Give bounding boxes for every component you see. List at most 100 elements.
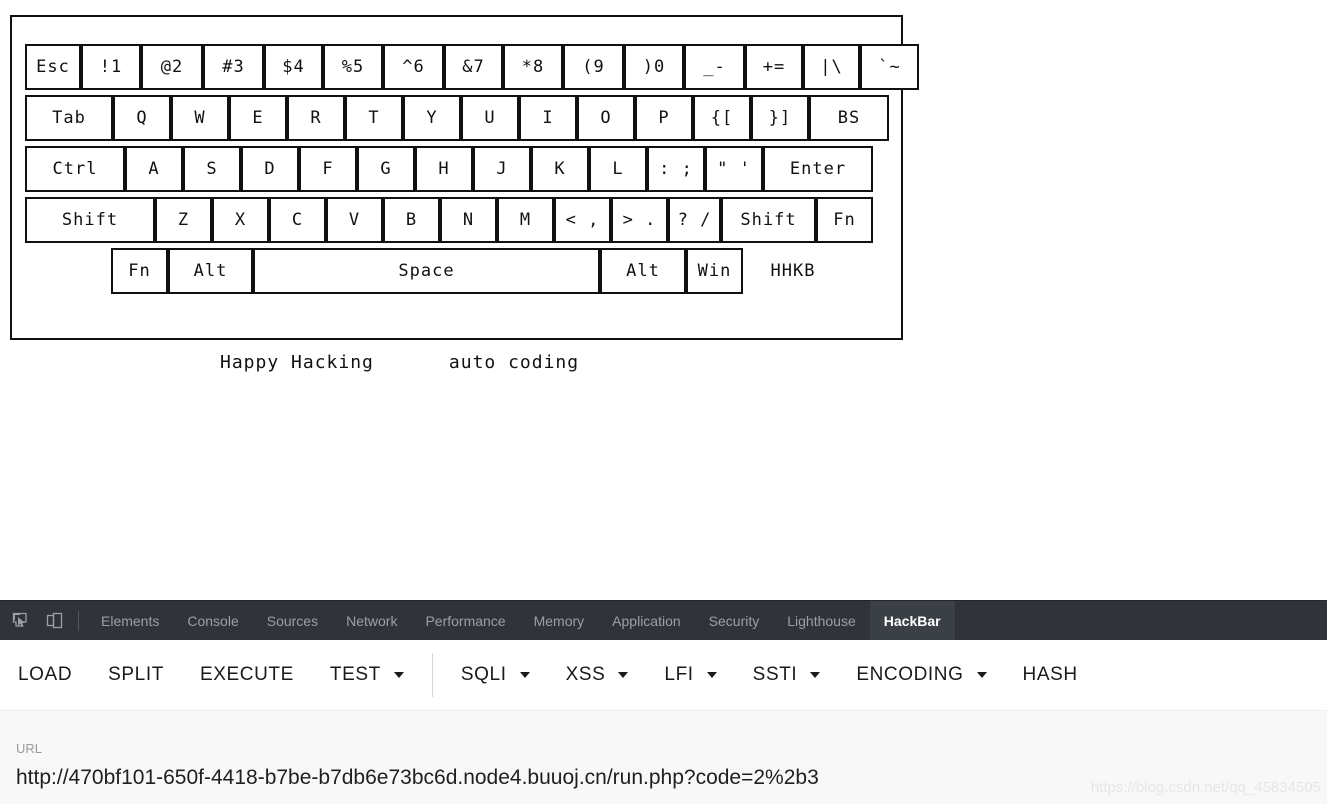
key[interactable]: ? / <box>668 197 721 243</box>
key[interactable]: T <box>345 95 403 141</box>
key[interactable]: : ; <box>647 146 705 192</box>
key[interactable]: S <box>183 146 241 192</box>
keyboard-outline: Esc !1 @2 #3 $4 %5 ^6 &7 *8 (9)0 _- += |\ `~ Tab Q W E R T Y… <box>10 15 919 340</box>
devtools-tab-performance[interactable]: Performance <box>411 601 519 641</box>
chevron-down-icon <box>519 672 530 678</box>
hackbar-button-label: TEST <box>329 664 381 685</box>
key[interactable]: Alt <box>168 248 253 294</box>
key[interactable]: Z <box>155 197 212 243</box>
key[interactable]: Space <box>253 248 600 294</box>
devtools-tab-lighthouse[interactable]: Lighthouse <box>773 601 870 641</box>
key[interactable]: }] <box>751 95 809 141</box>
chevron-down-icon <box>706 672 717 678</box>
key[interactable]: += <box>745 44 803 90</box>
caption-happy-hacking: Happy Hacking <box>220 352 374 373</box>
key[interactable]: W <box>171 95 229 141</box>
devtools-tab-network[interactable]: Network <box>332 601 411 641</box>
key[interactable]: |\ <box>803 44 860 90</box>
key[interactable]: M <box>497 197 554 243</box>
key[interactable]: )0 <box>624 44 684 90</box>
key[interactable]: %5 <box>323 44 383 90</box>
hackbar-button-xss[interactable]: XSS <box>548 640 647 710</box>
hackbar-button-hash[interactable]: HASH <box>1005 640 1096 710</box>
key[interactable]: O <box>577 95 635 141</box>
key[interactable]: Fn <box>816 197 873 243</box>
key[interactable]: {[ <box>693 95 751 141</box>
key[interactable]: #3 <box>203 44 264 90</box>
devtools-tab-application[interactable]: Application <box>598 601 695 641</box>
keyboard-row-top-letter-row: Tab Q W E R T Y U I O P{[}] BS <box>25 95 919 141</box>
key[interactable]: Shift <box>721 197 816 243</box>
key[interactable]: H <box>415 146 473 192</box>
devtools-tab-hackbar[interactable]: HackBar <box>869 600 955 641</box>
key[interactable]: $4 <box>264 44 323 90</box>
key[interactable]: " ' <box>705 146 763 192</box>
key[interactable]: Win <box>686 248 743 294</box>
key[interactable]: Fn <box>111 248 168 294</box>
key[interactable]: Enter <box>763 146 873 192</box>
key[interactable]: K <box>531 146 589 192</box>
hackbar-button-split[interactable]: SPLIT <box>90 640 182 710</box>
key[interactable]: R <box>287 95 345 141</box>
devtools-tab-console[interactable]: Console <box>173 601 252 641</box>
hackbar-url-panel[interactable]: URL http://470bf101-650f-4418-b7be-b7db6… <box>0 710 1327 804</box>
watermark-text: https://blog.csdn.net/qq_45834505 <box>1090 779 1321 796</box>
devtools-tab-memory[interactable]: Memory <box>520 601 599 641</box>
hackbar-button-label: XSS <box>565 664 606 685</box>
key[interactable]: N <box>440 197 497 243</box>
key[interactable]: @2 <box>141 44 203 90</box>
key[interactable]: E <box>229 95 287 141</box>
key[interactable]: V <box>326 197 383 243</box>
key[interactable]: !1 <box>81 44 141 90</box>
hackbar-button-encoding[interactable]: ENCODING <box>838 640 1004 710</box>
key[interactable]: Esc <box>25 44 81 90</box>
key[interactable]: D <box>241 146 299 192</box>
inspect-element-icon[interactable] <box>6 607 34 635</box>
page-content: Esc !1 @2 #3 $4 %5 ^6 &7 *8 (9)0 _- += |\ `~ Tab Q W E R T Y… <box>0 0 1327 600</box>
devtools-tab-bar: Elements Console Sources Network Performance… <box>0 600 1327 641</box>
hackbar-button-ssti[interactable]: SSTI <box>735 640 839 710</box>
hackbar-toolbar: LOAD SPLIT EXECUTE TEST SQLI XSS LFI SSTI ENCODI… <box>0 640 1327 710</box>
key[interactable]: BS <box>809 95 889 141</box>
chevron-down-icon <box>393 672 404 678</box>
key[interactable]: (9 <box>563 44 624 90</box>
hackbar-button-load[interactable]: LOAD <box>0 640 90 710</box>
hackbar-button-lfi[interactable]: LFI <box>646 640 734 710</box>
key[interactable]: < , <box>554 197 611 243</box>
key[interactable]: Shift <box>25 197 155 243</box>
hackbar-button-execute[interactable]: EXECUTE <box>182 640 312 710</box>
key[interactable]: G <box>357 146 415 192</box>
url-input[interactable]: http://470bf101-650f-4418-b7be-b7db6e73b… <box>16 766 819 790</box>
key[interactable]: Y <box>403 95 461 141</box>
key[interactable]: Q <box>113 95 171 141</box>
hackbar-button-sqli[interactable]: SQLI <box>443 640 548 710</box>
key[interactable]: > . <box>611 197 668 243</box>
key[interactable]: F <box>299 146 357 192</box>
key[interactable]: _- <box>684 44 745 90</box>
key[interactable]: B <box>383 197 440 243</box>
key[interactable]: `~ <box>860 44 919 90</box>
key[interactable]: U <box>461 95 519 141</box>
key[interactable]: Alt <box>600 248 686 294</box>
device-toolbar-icon[interactable] <box>40 607 68 635</box>
devtools-tab-elements[interactable]: Elements <box>87 601 173 641</box>
key[interactable]: L <box>589 146 647 192</box>
devtools-tab-sources[interactable]: Sources <box>253 601 332 641</box>
keyboard-rows: Esc !1 @2 #3 $4 %5 ^6 &7 *8 (9)0 _- += |\ `~ Tab Q W E R T Y… <box>25 44 919 294</box>
key[interactable]: *8 <box>503 44 563 90</box>
key[interactable]: Ctrl <box>25 146 125 192</box>
hackbar-divider <box>431 653 433 697</box>
key[interactable]: I <box>519 95 577 141</box>
devtools-tab-security[interactable]: Security <box>695 601 774 641</box>
key[interactable]: A <box>125 146 183 192</box>
key[interactable]: X <box>212 197 269 243</box>
hackbar-button-test[interactable]: TEST <box>312 640 422 710</box>
key[interactable]: ^6 <box>383 44 444 90</box>
key[interactable]: &7 <box>444 44 503 90</box>
key[interactable]: HHKB <box>743 248 843 294</box>
key[interactable]: Tab <box>25 95 113 141</box>
key[interactable]: J <box>473 146 531 192</box>
devtools-tab-list: Elements Console Sources Network Performance… <box>87 600 955 641</box>
key[interactable]: C <box>269 197 326 243</box>
key[interactable]: P <box>635 95 693 141</box>
